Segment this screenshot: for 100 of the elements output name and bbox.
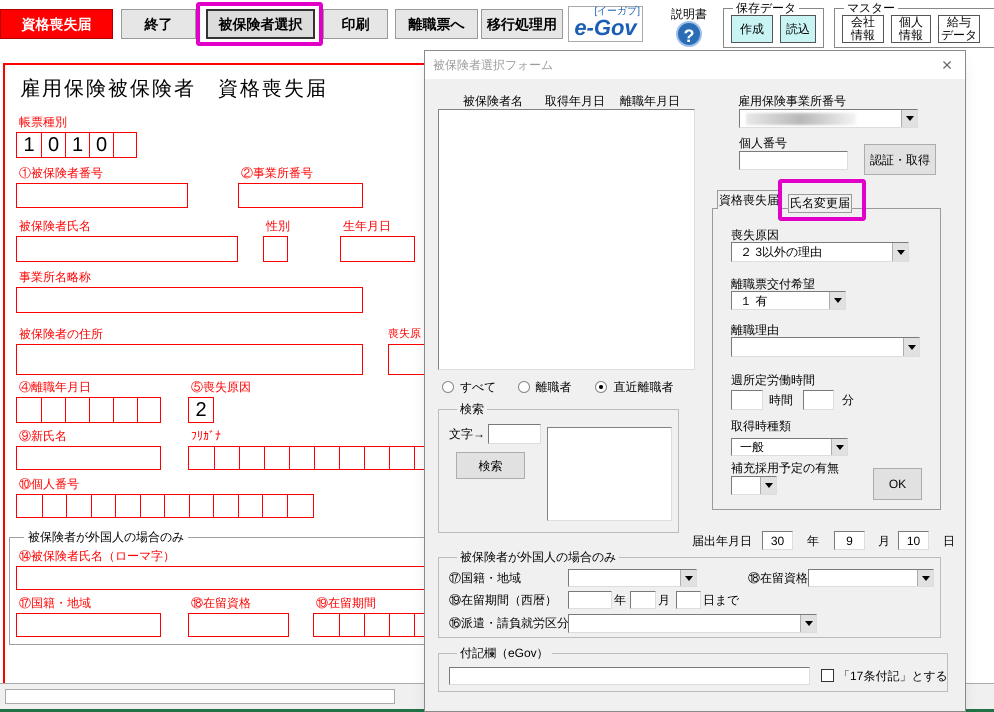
field-label: ⑲在留期間（西暦） (449, 593, 558, 607)
field-label: 雇用保険事業所番号 (738, 94, 847, 109)
radio-label: 直近離職者 (613, 380, 674, 394)
toolbar-button[interactable]: 作成 (731, 15, 773, 43)
field-label: 離職理由 (731, 323, 780, 337)
input-field[interactable] (568, 591, 612, 609)
input-field[interactable] (630, 591, 656, 609)
input-field[interactable] (488, 424, 541, 444)
field-label: 性別 (264, 219, 290, 234)
field-label: 年 (614, 593, 626, 607)
dialog-title: 被保険者選択フォーム (433, 57, 553, 74)
checkbox[interactable] (821, 669, 834, 682)
input-box[interactable] (16, 183, 188, 208)
field-label: ⑯派遣・請負就労区分 (449, 616, 568, 630)
field-label: ⑩個人番号 (18, 477, 80, 492)
field-label: ⑨新氏名 (18, 429, 68, 444)
field-label: ④離職年月日 (18, 380, 92, 395)
field-label: 届出年月日 (692, 534, 752, 548)
toolbar-button[interactable]: 移行処理用 (481, 9, 563, 39)
input-field[interactable] (731, 390, 763, 410)
input-field[interactable] (676, 591, 701, 609)
horizontal-scrollbar[interactable] (5, 689, 395, 704)
radio-button[interactable] (442, 381, 454, 393)
help-label: 説明書 (671, 7, 707, 21)
field-label: ⑲在留期間 (315, 596, 377, 611)
field-label: 被保険者の住所 (18, 327, 104, 342)
toolbar-button[interactable]: 給与データ (938, 15, 980, 43)
input-box[interactable] (16, 287, 363, 313)
field-label: 被保険者氏名 (18, 219, 92, 234)
search-button[interactable]: 検索 (456, 452, 525, 479)
input-box[interactable] (238, 183, 363, 208)
dropdown-field[interactable] (739, 109, 918, 128)
input-field[interactable] (449, 666, 810, 684)
field-label: ﾌﾘｶﾞﾅ (190, 429, 222, 444)
verify-button[interactable]: 認証・取得 (864, 144, 936, 175)
toolbar-button[interactable]: 被保険者選択 (206, 9, 315, 39)
radio-label: すべて (460, 380, 496, 394)
field-label: ①被保険者番号 (18, 166, 104, 181)
field-label: 帳票種別 (18, 115, 68, 130)
toolbar-button[interactable]: 読込 (780, 15, 816, 43)
field-label: 事業所名略称 (18, 270, 92, 285)
character-cells[interactable]: 1 0 1 0 (16, 132, 137, 158)
tab[interactable]: 氏名変更届 (788, 194, 852, 212)
field-label: 分 (842, 393, 854, 407)
toolbar-button[interactable]: 終了 (121, 9, 196, 39)
input-box[interactable] (16, 236, 238, 262)
group-label: 付記欄（eGov） (459, 646, 550, 660)
field-label: 喪失原因 (731, 228, 780, 242)
input-box[interactable] (16, 344, 363, 375)
input-field[interactable]: 30 (762, 531, 793, 550)
help-button[interactable]: ? (676, 21, 702, 47)
form-title-badge: 資格喪失届 (0, 9, 113, 39)
close-button[interactable]: × (937, 55, 957, 75)
dropdown-field[interactable]: 一般 (731, 438, 848, 456)
character-cells[interactable] (16, 494, 314, 518)
field-label: ⑱在留資格 (748, 571, 808, 585)
field-label: 離職票交付希望 (731, 277, 816, 291)
toolbar-button[interactable]: 印刷 (323, 9, 388, 39)
input-field[interactable] (739, 151, 848, 170)
dropdown-field[interactable]: ２ 3以外の理由 (731, 242, 909, 262)
dropdown-field[interactable] (808, 569, 934, 587)
character-cells[interactable]: 2 (188, 397, 214, 423)
column-header: 取得年月日 (545, 94, 605, 109)
input-field[interactable]: 10 (898, 531, 929, 550)
input-box[interactable] (340, 236, 415, 262)
field-label: ⑰国籍・地域 (18, 596, 92, 611)
input-box[interactable] (16, 566, 424, 590)
dropdown-field[interactable] (731, 337, 920, 357)
group-label: 検索 (459, 402, 485, 416)
field-label: ⑤喪失原因 (190, 380, 251, 395)
field-label: 年 (807, 534, 819, 548)
toolbar-button[interactable]: 個人情報 (891, 15, 931, 43)
input-box[interactable] (188, 613, 289, 637)
field-label: 喪失原 (388, 327, 422, 342)
input-box[interactable] (16, 613, 161, 637)
input-box[interactable] (16, 446, 161, 470)
field-label: 生年月日 (342, 219, 392, 234)
dropdown-field[interactable] (731, 476, 777, 495)
input-field[interactable]: 9 (834, 531, 865, 550)
toolbar-button[interactable]: 離職票へ (395, 9, 478, 39)
group-label: 被保険者が外国人の場合のみ (27, 530, 185, 544)
dropdown-field[interactable]: １ 有 (731, 291, 846, 310)
toolbar-button[interactable]: 会社情報 (842, 15, 884, 43)
field-label: 日まで (703, 593, 739, 607)
ok-button[interactable]: OK (873, 468, 922, 500)
tab[interactable]: 資格喪失届 (717, 190, 781, 209)
radio-button[interactable] (595, 381, 608, 393)
character-cells[interactable] (16, 397, 161, 423)
input-field[interactable] (803, 390, 834, 410)
column-header: 被保険者名 (463, 94, 523, 109)
radio-label: 離職者 (536, 380, 572, 394)
input-box[interactable] (263, 236, 288, 262)
group-label: 保存データ (735, 2, 797, 15)
field-label: 時間 (769, 393, 793, 407)
dropdown-field[interactable] (568, 569, 697, 587)
radio-button[interactable] (518, 381, 530, 393)
field-label: ⑱在留資格 (190, 596, 252, 611)
egov-logo-button[interactable]: e-Gov [イーガブ] (568, 6, 643, 42)
dropdown-field[interactable] (568, 614, 817, 632)
field-label: 補充採用予定の有無 (731, 461, 839, 475)
